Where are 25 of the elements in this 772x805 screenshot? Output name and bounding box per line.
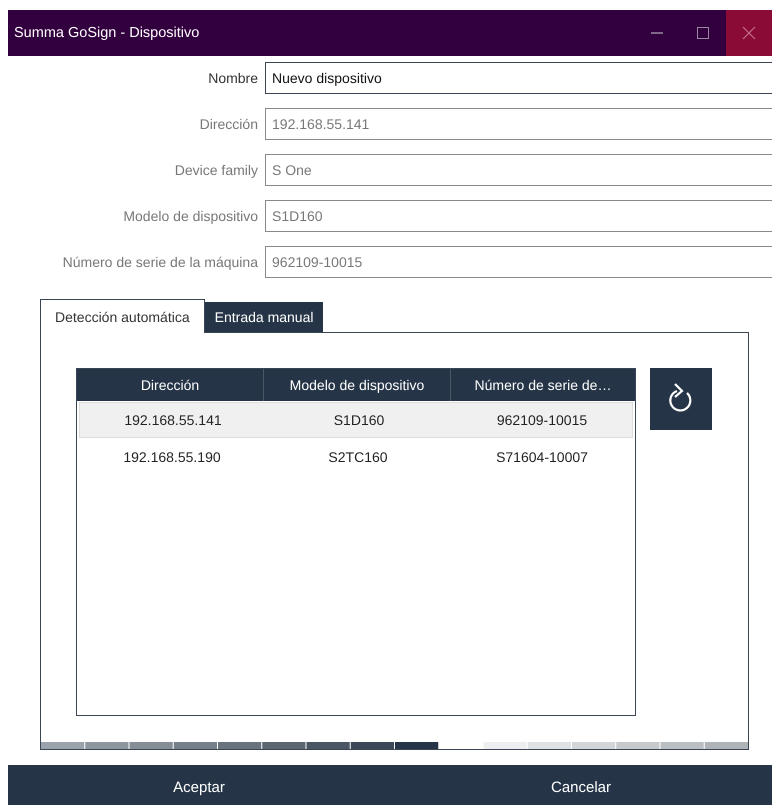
table-cell-text: 962109-10015 xyxy=(496,412,588,428)
table-row[interactable]: 192.168.55.141 S1D160 962109-10015 xyxy=(79,402,633,438)
column-header[interactable]: Dirección xyxy=(77,369,263,401)
table-cell-text: S1D160 xyxy=(332,412,386,428)
field-label: Nombre xyxy=(207,70,259,86)
dialog-button[interactable]: Cancelar xyxy=(390,765,772,805)
field-label: Dirección xyxy=(198,116,259,132)
table-cell-text: 192.168.55.190 xyxy=(122,449,222,465)
refresh-button[interactable] xyxy=(650,368,712,430)
column-header[interactable]: Número de serie de… xyxy=(450,369,635,401)
field-label: Número de serie de la máquina xyxy=(62,254,259,270)
tab[interactable]: Entrada manual xyxy=(204,302,324,332)
tab[interactable]: Detección automática xyxy=(40,299,205,333)
maximize-icon xyxy=(696,26,710,40)
window-title: Summa GoSign - Dispositivo xyxy=(13,25,200,41)
table-cell-text: 192.168.55.141 xyxy=(123,412,223,428)
table-cell-text: S71604-10007 xyxy=(495,449,589,465)
input-field[interactable]: Nuevo dispositivo xyxy=(265,62,772,94)
column-header[interactable]: Modelo de dispositivo xyxy=(263,369,450,401)
field-label: Device family xyxy=(174,162,259,178)
field-label: Modelo de dispositivo xyxy=(122,208,259,224)
table-cell-text: S2TC160 xyxy=(327,449,389,465)
dialog-button[interactable]: Aceptar xyxy=(8,765,390,805)
close-icon xyxy=(742,26,756,40)
table-row[interactable]: 192.168.55.190 S2TC160 S71604-10007 xyxy=(79,439,633,475)
